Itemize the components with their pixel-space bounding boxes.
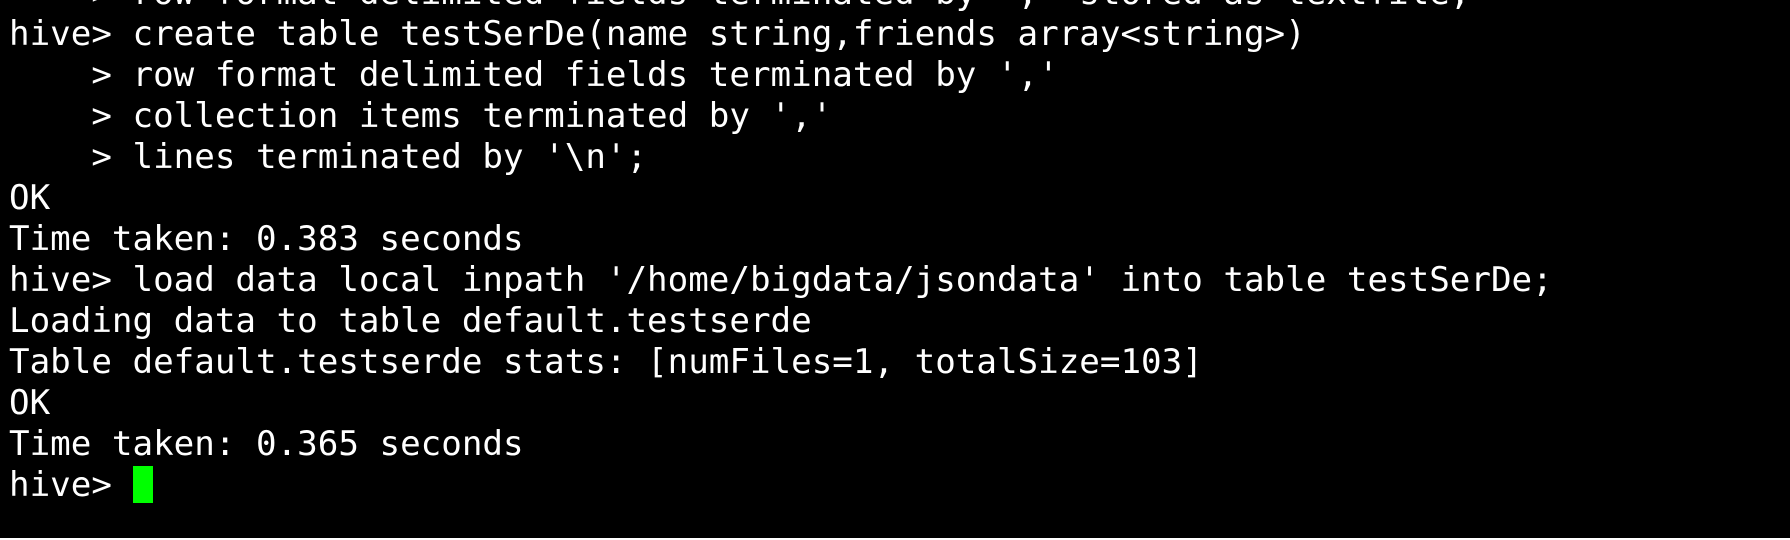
command-prompt: hive> (9, 465, 133, 505)
command-prompt-line[interactable]: hive> (9, 465, 1553, 506)
terminal-line: > lines terminated by '\n'; (9, 137, 648, 177)
terminal-line: > row format delimited fields terminated… (9, 55, 1059, 95)
terminal-line: Time taken: 0.383 seconds (9, 219, 524, 259)
terminal-line: hive> create table testSerDe(name string… (9, 14, 1306, 54)
terminal-line: hive> load data local inpath '/home/bigd… (9, 260, 1553, 300)
terminal-line: Loading data to table default.testserde (9, 301, 812, 341)
terminal-line: Table default.testserde stats: [numFiles… (9, 342, 1203, 382)
terminal-line: > row format delimited fields terminated… (9, 0, 1553, 14)
terminal-line: OK (9, 178, 51, 218)
terminal-output: > row format delimited fields terminated… (9, 0, 1553, 506)
terminal-line: > collection items terminated by ',' (9, 96, 833, 136)
terminal-window[interactable]: > row format delimited fields terminated… (0, 0, 1790, 538)
text-cursor[interactable] (132, 466, 153, 503)
terminal-line: OK (9, 383, 51, 423)
terminal-line: Time taken: 0.365 seconds (9, 424, 524, 464)
